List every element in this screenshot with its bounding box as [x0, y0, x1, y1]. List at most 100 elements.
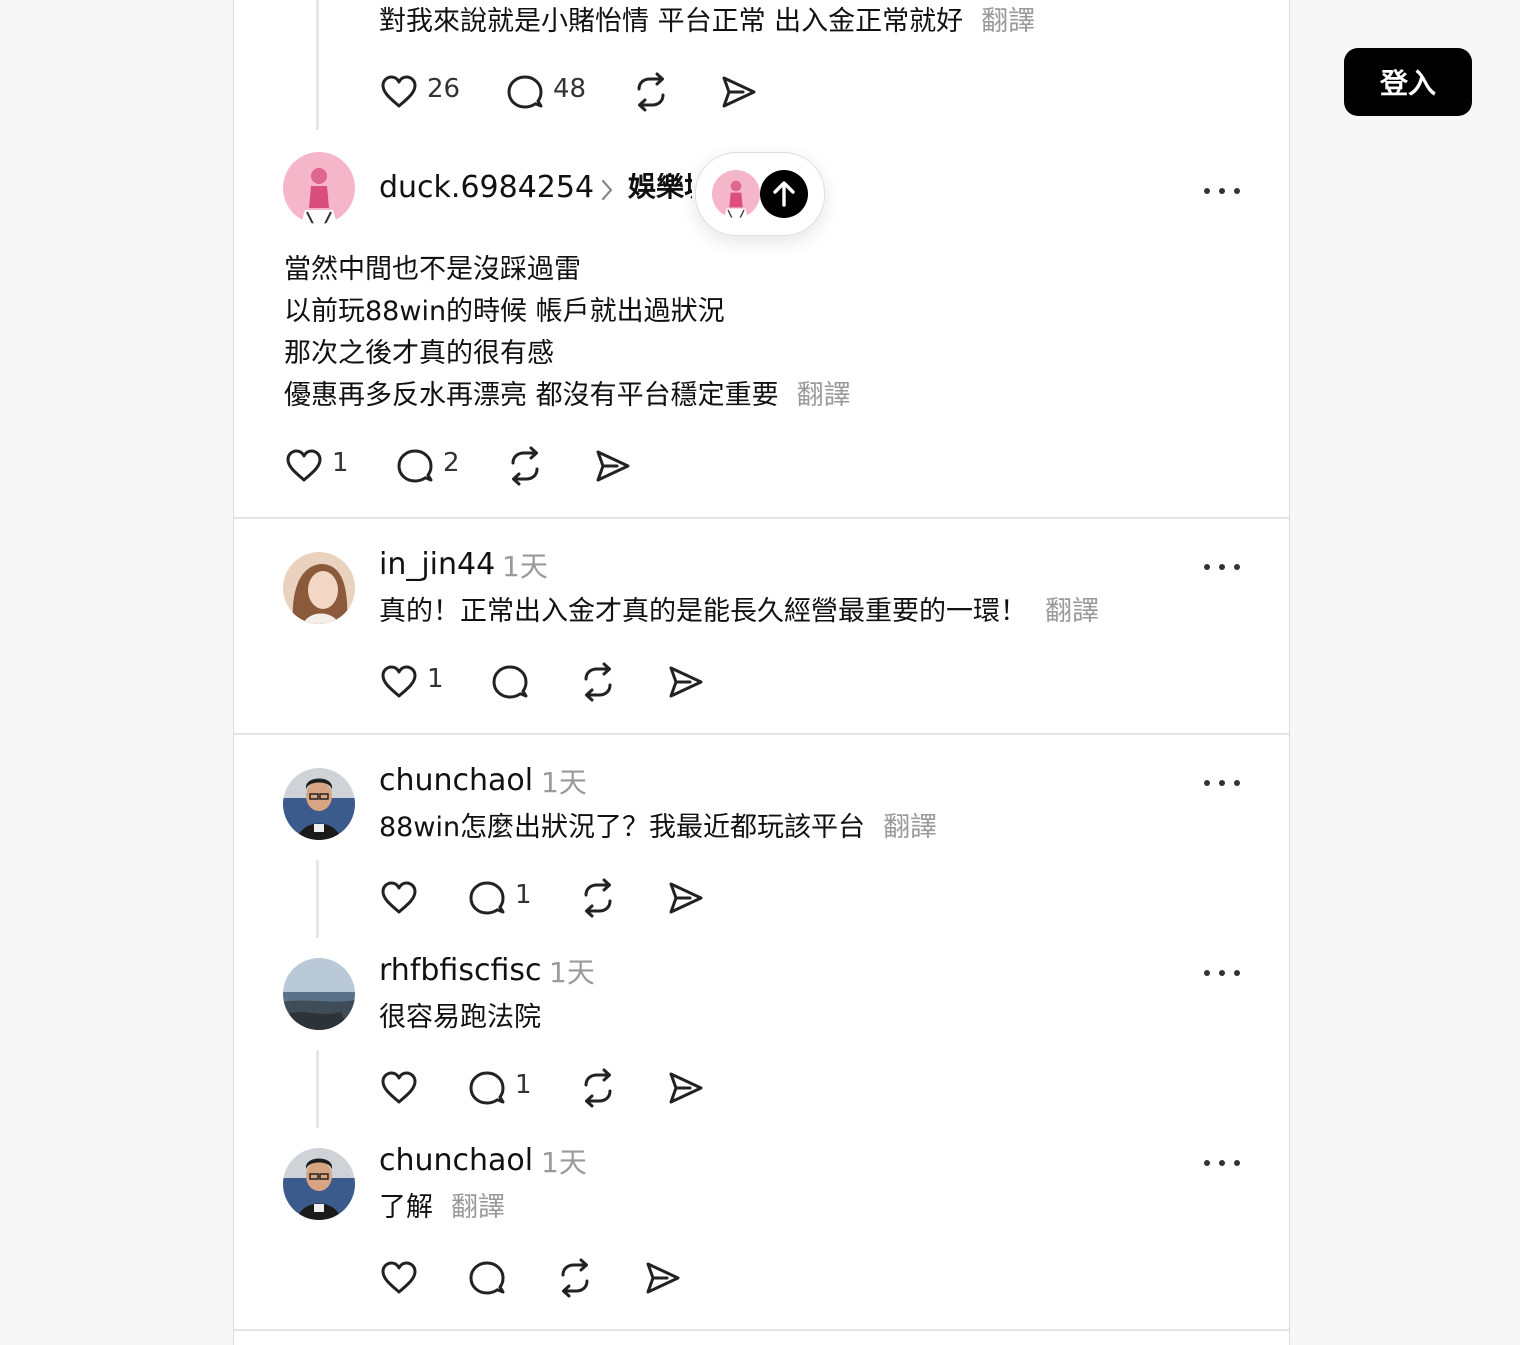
send-icon: [719, 72, 759, 112]
reply-button[interactable]: 48: [505, 72, 587, 112]
translate-link[interactable]: 翻譯: [981, 6, 1035, 37]
share-button[interactable]: [643, 1258, 683, 1298]
username[interactable]: chunchaol: [379, 766, 533, 796]
username[interactable]: chunchaol: [379, 1146, 533, 1176]
arrow-up-icon[interactable]: [760, 170, 808, 218]
heart-icon: [284, 446, 324, 486]
thread-connector: [316, 0, 319, 130]
heart-icon: [379, 878, 419, 918]
post-text: 對我來說就是小賭怡情 平台正常 出入金正常就好 翻譯: [379, 6, 1036, 37]
username[interactable]: in_jin44: [379, 550, 495, 580]
send-icon: [666, 878, 706, 918]
repost-button[interactable]: [631, 72, 671, 112]
more-button[interactable]: [1202, 1157, 1242, 1169]
reply-button[interactable]: 1: [467, 878, 537, 918]
action-bar: 1: [379, 662, 739, 704]
repost-button[interactable]: [555, 1258, 595, 1298]
heart-icon: [379, 1258, 419, 1298]
action-bar: 1: [379, 878, 739, 920]
send-icon: [593, 446, 633, 486]
repost-button[interactable]: [578, 662, 618, 702]
share-button[interactable]: [593, 446, 633, 486]
reply-button[interactable]: [467, 1258, 507, 1298]
heart-icon: [379, 662, 419, 702]
repost-icon: [578, 878, 618, 918]
action-bar: 1: [379, 1068, 739, 1110]
repost-button[interactable]: [578, 1068, 618, 1108]
community-tag[interactable]: 娛樂城: [628, 173, 692, 201]
comment-icon: [467, 1258, 507, 1298]
action-bar: 26 48: [379, 72, 779, 114]
username[interactable]: rhfbfiscfisc: [379, 956, 541, 986]
repost-icon: [631, 72, 671, 112]
comment-icon: [490, 662, 530, 702]
thread-connector: [316, 1050, 319, 1128]
post-text: 真的！正常出入金才真的是能長久經營最重要的一環！ 翻譯: [379, 596, 1099, 627]
translate-link[interactable]: 翻譯: [883, 812, 937, 843]
send-icon: [643, 1258, 683, 1298]
reply-count: 2: [443, 448, 460, 478]
like-button[interactable]: 1: [379, 662, 449, 702]
reply-button[interactable]: 2: [395, 446, 465, 486]
like-button[interactable]: 26: [379, 72, 461, 112]
more-button[interactable]: [1202, 967, 1242, 979]
comment-icon: [467, 1068, 507, 1108]
repost-icon: [555, 1258, 595, 1298]
comment-icon: [395, 446, 435, 486]
avatar[interactable]: [283, 152, 355, 224]
repost-icon: [578, 662, 618, 702]
username[interactable]: duck.6984254: [379, 173, 594, 203]
reply-count: 1: [515, 1070, 532, 1100]
action-bar: [379, 1258, 719, 1300]
send-icon: [666, 662, 706, 702]
avatar[interactable]: [283, 958, 355, 1030]
divider: [234, 1329, 1289, 1331]
like-button[interactable]: 1: [284, 446, 354, 486]
share-button[interactable]: [666, 1068, 706, 1108]
like-count: 26: [427, 74, 461, 104]
timestamp: 1天: [541, 1146, 587, 1179]
scroll-to-top-pill[interactable]: [695, 152, 825, 236]
avatar: [712, 170, 760, 218]
like-count: 1: [332, 448, 349, 478]
like-button[interactable]: [379, 1068, 419, 1108]
heart-icon: [379, 1068, 419, 1108]
login-button[interactable]: 登入: [1344, 48, 1472, 116]
avatar[interactable]: [283, 768, 355, 840]
more-button[interactable]: [1202, 185, 1242, 197]
comment-icon: [505, 72, 545, 112]
share-button[interactable]: [666, 662, 706, 702]
repost-button[interactable]: [578, 878, 618, 918]
timestamp: 1天: [502, 550, 548, 583]
like-count: 1: [427, 664, 444, 694]
like-button[interactable]: [379, 878, 419, 918]
share-button[interactable]: [719, 72, 759, 112]
chevron-right-icon: [600, 178, 614, 206]
more-button[interactable]: [1202, 777, 1242, 789]
repost-button[interactable]: [505, 446, 545, 486]
like-button[interactable]: [379, 1258, 419, 1298]
heart-icon: [379, 72, 419, 112]
share-button[interactable]: [666, 878, 706, 918]
send-icon: [666, 1068, 706, 1108]
more-button[interactable]: [1202, 561, 1242, 573]
action-bar: 1 2: [284, 446, 684, 488]
reply-button[interactable]: 1: [467, 1068, 537, 1108]
repost-icon: [505, 446, 545, 486]
divider: [234, 733, 1289, 735]
translate-link[interactable]: 翻譯: [797, 380, 851, 411]
avatar[interactable]: [283, 552, 355, 624]
translate-link[interactable]: 翻譯: [1045, 596, 1099, 627]
post-text: 了解 翻譯: [379, 1192, 505, 1223]
translate-link[interactable]: 翻譯: [451, 1192, 505, 1223]
reply-count: 1: [515, 880, 532, 910]
comment-icon: [467, 878, 507, 918]
thread-connector: [316, 860, 319, 938]
reply-count: 48: [553, 74, 587, 104]
repost-icon: [578, 1068, 618, 1108]
post-text: 很容易跑法院: [379, 1002, 541, 1033]
timestamp: 1天: [541, 766, 587, 799]
avatar[interactable]: [283, 1148, 355, 1220]
reply-button[interactable]: [490, 662, 530, 702]
post-text: 當然中間也不是沒踩過雷 以前玩88win的時候 帳戶就出過狀況 那次之後才真的很…: [284, 254, 851, 411]
